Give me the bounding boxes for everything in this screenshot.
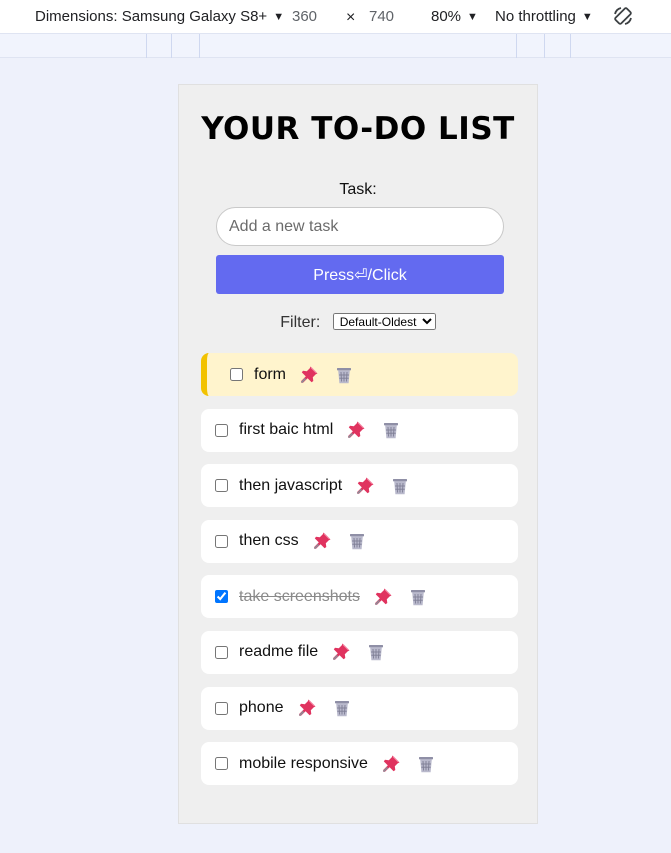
add-task-button[interactable]: Press⏎/Click [216,255,504,294]
wastebasket-icon[interactable] [334,365,354,385]
devtools-device-toolbar: Dimensions: Samsung Galaxy S8+ ▼ 360 × 74… [0,0,671,33]
zoom-dropdown[interactable]: 80% ▼ [431,8,478,25]
task-text: take screenshots [239,587,360,605]
ruler-tick [516,34,517,58]
pushpin-icon[interactable] [346,420,366,440]
pushpin-icon[interactable] [331,642,351,662]
pushpin-icon[interactable] [373,587,393,607]
wastebasket-icon[interactable] [332,698,352,718]
wastebasket-icon[interactable] [416,754,436,774]
filter-row: Filter: Default-Oldest [179,313,537,332]
pushpin-icon[interactable] [297,698,317,718]
wastebasket-icon[interactable] [390,476,410,496]
task-checkbox[interactable] [215,534,228,548]
filter-label: Filter: [280,314,321,331]
pushpin-icon[interactable] [312,531,332,551]
phone-viewport: YOUR TO-DO LIST Task: Press⏎/Click Filte… [178,84,538,824]
device-label: Dimensions: Samsung Galaxy S8+ [35,8,268,25]
task-checkbox[interactable] [215,590,228,604]
task-item: then css [201,519,518,563]
task-list: form first baic html then javascript then c… [201,353,518,798]
task-text: first baic html [239,421,334,439]
task-item: take screenshots [201,575,518,619]
throttling-dropdown[interactable]: No throttling ▼ [495,8,593,25]
task-checkbox[interactable] [230,368,243,381]
task-item: mobile responsive [201,742,518,786]
rotate-icon[interactable] [612,5,634,27]
task-input[interactable] [216,207,504,246]
width-field[interactable]: 360 [292,8,317,25]
task-checkbox[interactable] [215,645,228,659]
task-label: Task: [339,181,377,198]
device-dropdown[interactable]: Dimensions: Samsung Galaxy S8+ ▼ [35,8,284,25]
height-field[interactable]: 740 [369,8,394,25]
task-text: form [254,365,286,383]
task-checkbox[interactable] [215,423,228,437]
task-text: phone [239,699,284,717]
ruler-tick [199,34,200,58]
task-text: then javascript [239,476,343,494]
wastebasket-icon[interactable] [381,420,401,440]
task-text: readme file [239,643,319,661]
caret-down-icon: ▼ [273,11,285,23]
wastebasket-icon[interactable] [366,642,386,662]
task-checkbox[interactable] [215,757,228,771]
page-title: YOUR TO-DO LIST [201,111,515,147]
ruler-tick [171,34,172,58]
ruler-tick [570,34,571,58]
task-checkbox[interactable] [215,479,228,493]
caret-down-icon: ▼ [467,11,478,23]
pushpin-icon[interactable] [355,476,375,496]
ruler-tick [544,34,545,58]
task-item: phone [201,686,518,730]
pushpin-icon[interactable] [381,754,401,774]
caret-down-icon: ▼ [581,11,593,23]
task-item: first baic html [201,408,518,452]
pushpin-icon[interactable] [299,365,319,385]
wastebasket-icon[interactable] [347,531,367,551]
task-text: mobile responsive [239,754,368,772]
task-item: form [201,353,518,396]
filter-select[interactable]: Default-Oldest [332,313,436,330]
media-query-ruler [0,33,671,58]
dimension-separator: × [346,9,356,26]
task-checkbox[interactable] [215,701,228,715]
task-text: then css [239,532,299,550]
task-item: readme file [201,630,518,674]
wastebasket-icon[interactable] [408,587,428,607]
ruler-tick [146,34,147,58]
zoom-label: 80% [431,8,462,25]
task-item: then javascript [201,464,518,508]
throttling-label: No throttling [495,8,576,25]
